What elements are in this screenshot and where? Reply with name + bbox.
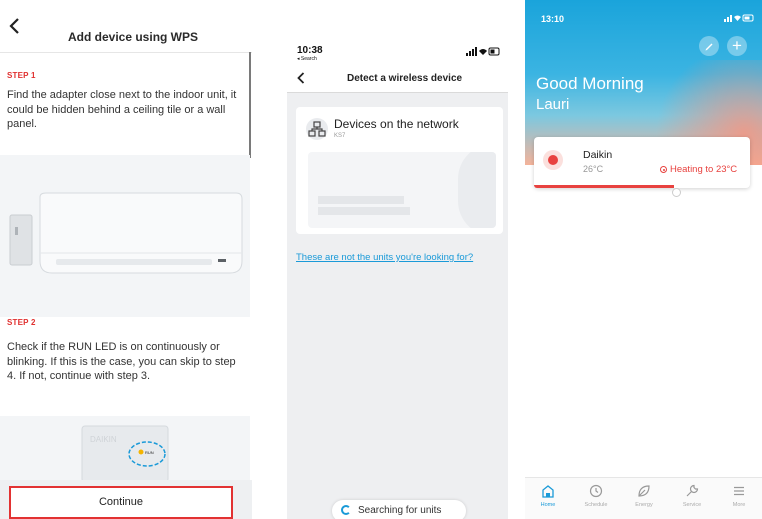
back-to-app-link[interactable]: ◂ Search xyxy=(297,56,317,62)
plus-icon: + xyxy=(732,36,742,55)
detect-device-screen: 10:38 ◂ Search Detect a wireless device … xyxy=(287,0,508,519)
add-button[interactable]: + xyxy=(727,36,747,56)
devices-title: Devices on the network xyxy=(334,117,459,131)
greeting: Good Morning xyxy=(536,74,644,93)
svg-text:DAIKIN: DAIKIN xyxy=(90,435,117,444)
step2-label: STEP 2 xyxy=(7,318,36,327)
searching-label: Searching for units xyxy=(358,505,442,516)
tab-bar: Home Schedule Energy Service More xyxy=(525,477,762,519)
heating-status: Heating to 23°C xyxy=(670,164,738,175)
step1-label: STEP 1 xyxy=(7,71,36,80)
ac-unit-icon xyxy=(543,150,563,170)
scrollbar[interactable] xyxy=(249,52,251,158)
back-arrow-icon[interactable] xyxy=(297,72,305,84)
placeholder-shape xyxy=(458,152,496,228)
home-screen: 13:10 + Good Morning Lauri Daikin 26°C H… xyxy=(525,0,762,519)
back-arrow-icon[interactable] xyxy=(8,17,22,35)
tab-label: Service xyxy=(682,502,702,508)
placeholder-line xyxy=(318,196,404,204)
edit-button[interactable] xyxy=(699,36,719,56)
device-card[interactable]: Daikin 26°C Heating to 23°C xyxy=(534,137,750,188)
tab-label: Schedule xyxy=(584,502,608,508)
indoor-unit-image xyxy=(0,155,250,317)
device-placeholder xyxy=(308,152,496,228)
nav-bar: Detect a wireless device xyxy=(287,64,508,93)
tab-schedule[interactable]: Schedule xyxy=(573,484,619,508)
signal-wifi-battery-icon xyxy=(466,47,500,56)
device-name: Daikin xyxy=(583,149,613,161)
device-temperature: 26°C xyxy=(583,164,604,174)
page-title: Add device using WPS xyxy=(68,30,199,44)
signal-wifi-battery-icon xyxy=(724,14,754,22)
step1-text: Find the adapter close next to the indoo… xyxy=(7,89,237,130)
placeholder-line xyxy=(318,207,410,215)
clock-icon xyxy=(589,484,603,498)
wps-setup-screen: Add device using WPS STEP 1 Find the ada… xyxy=(0,0,252,519)
network-icon xyxy=(306,118,328,140)
wrench-icon xyxy=(686,484,699,497)
devices-subtitle: KS7 xyxy=(334,133,346,139)
step2-text: Check if the RUN LED is on continuously … xyxy=(7,341,236,382)
run-led-label: RUN xyxy=(145,450,154,455)
spinner-icon xyxy=(341,505,351,515)
tab-label: Home xyxy=(540,502,556,508)
tab-energy[interactable]: Energy xyxy=(621,484,667,508)
tab-label: Energy xyxy=(635,502,653,508)
network-devices-card[interactable]: Devices on the network KS7 xyxy=(296,107,503,234)
home-icon xyxy=(542,485,554,498)
tab-more[interactable]: More xyxy=(716,484,762,508)
temperature-slider-knob[interactable] xyxy=(672,188,681,197)
heating-icon xyxy=(660,166,667,173)
leaf-icon xyxy=(638,485,650,497)
tab-service[interactable]: Service xyxy=(669,484,715,508)
tab-label: More xyxy=(732,502,746,508)
continue-button[interactable]: Continue xyxy=(9,486,233,519)
status-time: 13:10 xyxy=(541,14,565,24)
user-name: Lauri xyxy=(536,96,570,113)
header-bar: Add device using WPS xyxy=(0,0,252,53)
temperature-slider-track xyxy=(534,185,674,188)
adapter-led-image: DAIKIN RUN xyxy=(0,416,250,483)
status-bar: 10:38 ◂ Search xyxy=(287,0,508,64)
not-these-units-link[interactable]: These are not the units you're looking f… xyxy=(296,252,473,263)
tab-home[interactable]: Home xyxy=(525,484,571,508)
page-title: Detect a wireless device xyxy=(347,73,463,84)
pencil-icon xyxy=(705,43,713,51)
status-time: 10:38 xyxy=(297,45,323,56)
searching-indicator: Searching for units xyxy=(332,500,466,519)
menu-icon xyxy=(734,486,744,496)
